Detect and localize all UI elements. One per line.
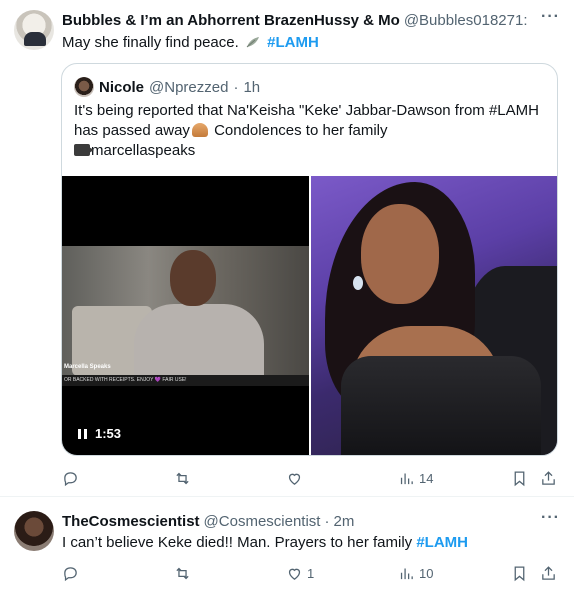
- quote-author-handle[interactable]: @Nprezzed: [149, 79, 228, 96]
- tweet-text: I can’t believe Keke died!! Man. Prayers…: [62, 533, 468, 553]
- timestamp[interactable]: 2m: [333, 513, 354, 530]
- tweet-text-content: I can’t believe Keke died!! Man. Prayers…: [62, 534, 413, 551]
- photo-earring: [353, 276, 363, 290]
- quote-author-name[interactable]: Nicole: [99, 79, 144, 96]
- repost-button[interactable]: [174, 468, 195, 488]
- tweet-header: Bubbles & I’m an Abhorrent BrazenHussy &…: [62, 12, 532, 29]
- video-person-head: [170, 250, 216, 306]
- quoted-tweet[interactable]: Nicole @Nprezzed · 1h It's being reporte…: [61, 63, 558, 456]
- video-name-tag: Marcella Speaks: [64, 364, 111, 370]
- tweet-text: May she finally find peace. #LAMH: [62, 33, 319, 53]
- repost-icon: [176, 567, 189, 579]
- more-icon[interactable]: ···: [541, 509, 560, 527]
- views-count: 10: [419, 565, 434, 581]
- share-icon: [542, 565, 555, 580]
- tweet-text-content: May she finally find peace.: [62, 34, 239, 51]
- movie-camera-emoji-icon: [74, 144, 94, 156]
- quote-timestamp[interactable]: 1h: [243, 79, 260, 96]
- praying-hands-emoji-icon: [191, 123, 208, 137]
- reply-icon: [64, 566, 77, 581]
- bookmark-button[interactable]: [511, 468, 528, 488]
- reply-button[interactable]: [62, 468, 83, 488]
- quote-header: Nicole @Nprezzed · 1h: [74, 77, 260, 97]
- video-ticker: OR BACKED WITH RECEIPTS. ENJOY 💜 FAIR US…: [62, 375, 309, 386]
- pause-icon[interactable]: [78, 428, 87, 439]
- views-button[interactable]: 14: [398, 468, 433, 488]
- quoted-photo[interactable]: [311, 176, 557, 455]
- tweet-actions: 14: [62, 468, 558, 488]
- quote-line-2b: Condolences to her family: [209, 122, 388, 139]
- author-handle[interactable]: @Cosmescientist: [204, 513, 321, 530]
- repost-button[interactable]: [174, 563, 195, 583]
- more-icon[interactable]: ···: [541, 8, 560, 26]
- quote-line-3-text: marcellaspeaks: [91, 142, 196, 159]
- avatar[interactable]: [14, 10, 54, 50]
- hashtag-link[interactable]: #LAMH: [416, 534, 468, 551]
- quote-line-2a: has passed away: [74, 122, 190, 139]
- author-handle[interactable]: @Bubbles018271:: [404, 12, 528, 29]
- views-button[interactable]: 10: [398, 563, 433, 583]
- tweet-cosmescientist[interactable]: TheCosmescientist @Cosmescientist · 2m ·…: [0, 497, 574, 600]
- bookmark-icon: [514, 565, 525, 581]
- video-duration: 1:53: [95, 426, 122, 441]
- author-name[interactable]: TheCosmescientist: [62, 513, 200, 530]
- photo-dress: [341, 356, 541, 455]
- tweet-bubbles[interactable]: Bubbles & I’m an Abhorrent BrazenHussy &…: [0, 0, 574, 497]
- quote-line-2: has passed away Condolences to her famil…: [74, 121, 544, 141]
- bookmark-icon: [514, 470, 525, 486]
- tweet-actions: 1 10: [62, 563, 558, 583]
- heart-icon: [288, 568, 301, 580]
- like-button[interactable]: 1: [286, 563, 314, 583]
- share-button[interactable]: [540, 468, 557, 488]
- share-button[interactable]: [540, 563, 557, 583]
- video-player[interactable]: Marcella Speaks OR BACKED WITH RECEIPTS.…: [62, 176, 309, 455]
- hashtag-link[interactable]: #LAMH: [267, 34, 319, 51]
- tweet-header: TheCosmescientist @Cosmescientist · 2m: [62, 513, 354, 530]
- heart-icon: [288, 473, 301, 485]
- reply-button[interactable]: [62, 563, 83, 583]
- avatar[interactable]: [14, 511, 54, 551]
- video-controls[interactable]: 1:53: [78, 426, 121, 441]
- reply-icon: [64, 471, 77, 486]
- views-count: 14: [419, 470, 434, 486]
- quote-avatar[interactable]: [74, 77, 94, 97]
- share-icon: [542, 470, 555, 485]
- like-count: 1: [307, 565, 315, 581]
- views-icon: [400, 568, 413, 579]
- like-button[interactable]: [286, 468, 307, 488]
- author-name[interactable]: Bubbles & I’m an Abhorrent BrazenHussy &…: [62, 12, 400, 29]
- photo-face: [361, 204, 439, 304]
- quote-text: It's being reported that Na'Keisha "Keke…: [74, 101, 544, 161]
- separator-dot: ·: [233, 78, 239, 96]
- separator-dot: ·: [531, 12, 532, 29]
- leaf-emoji-icon: [246, 37, 259, 48]
- quote-line-1: It's being reported that Na'Keisha "Keke…: [74, 102, 539, 119]
- bookmark-button[interactable]: [511, 563, 528, 583]
- quote-line-3: marcellaspeaks: [74, 141, 544, 161]
- video-person-body: [134, 304, 264, 386]
- views-icon: [400, 473, 413, 484]
- repost-icon: [176, 472, 189, 484]
- video-frame: Marcella Speaks OR BACKED WITH RECEIPTS.…: [62, 246, 309, 386]
- separator-dot: ·: [324, 513, 330, 530]
